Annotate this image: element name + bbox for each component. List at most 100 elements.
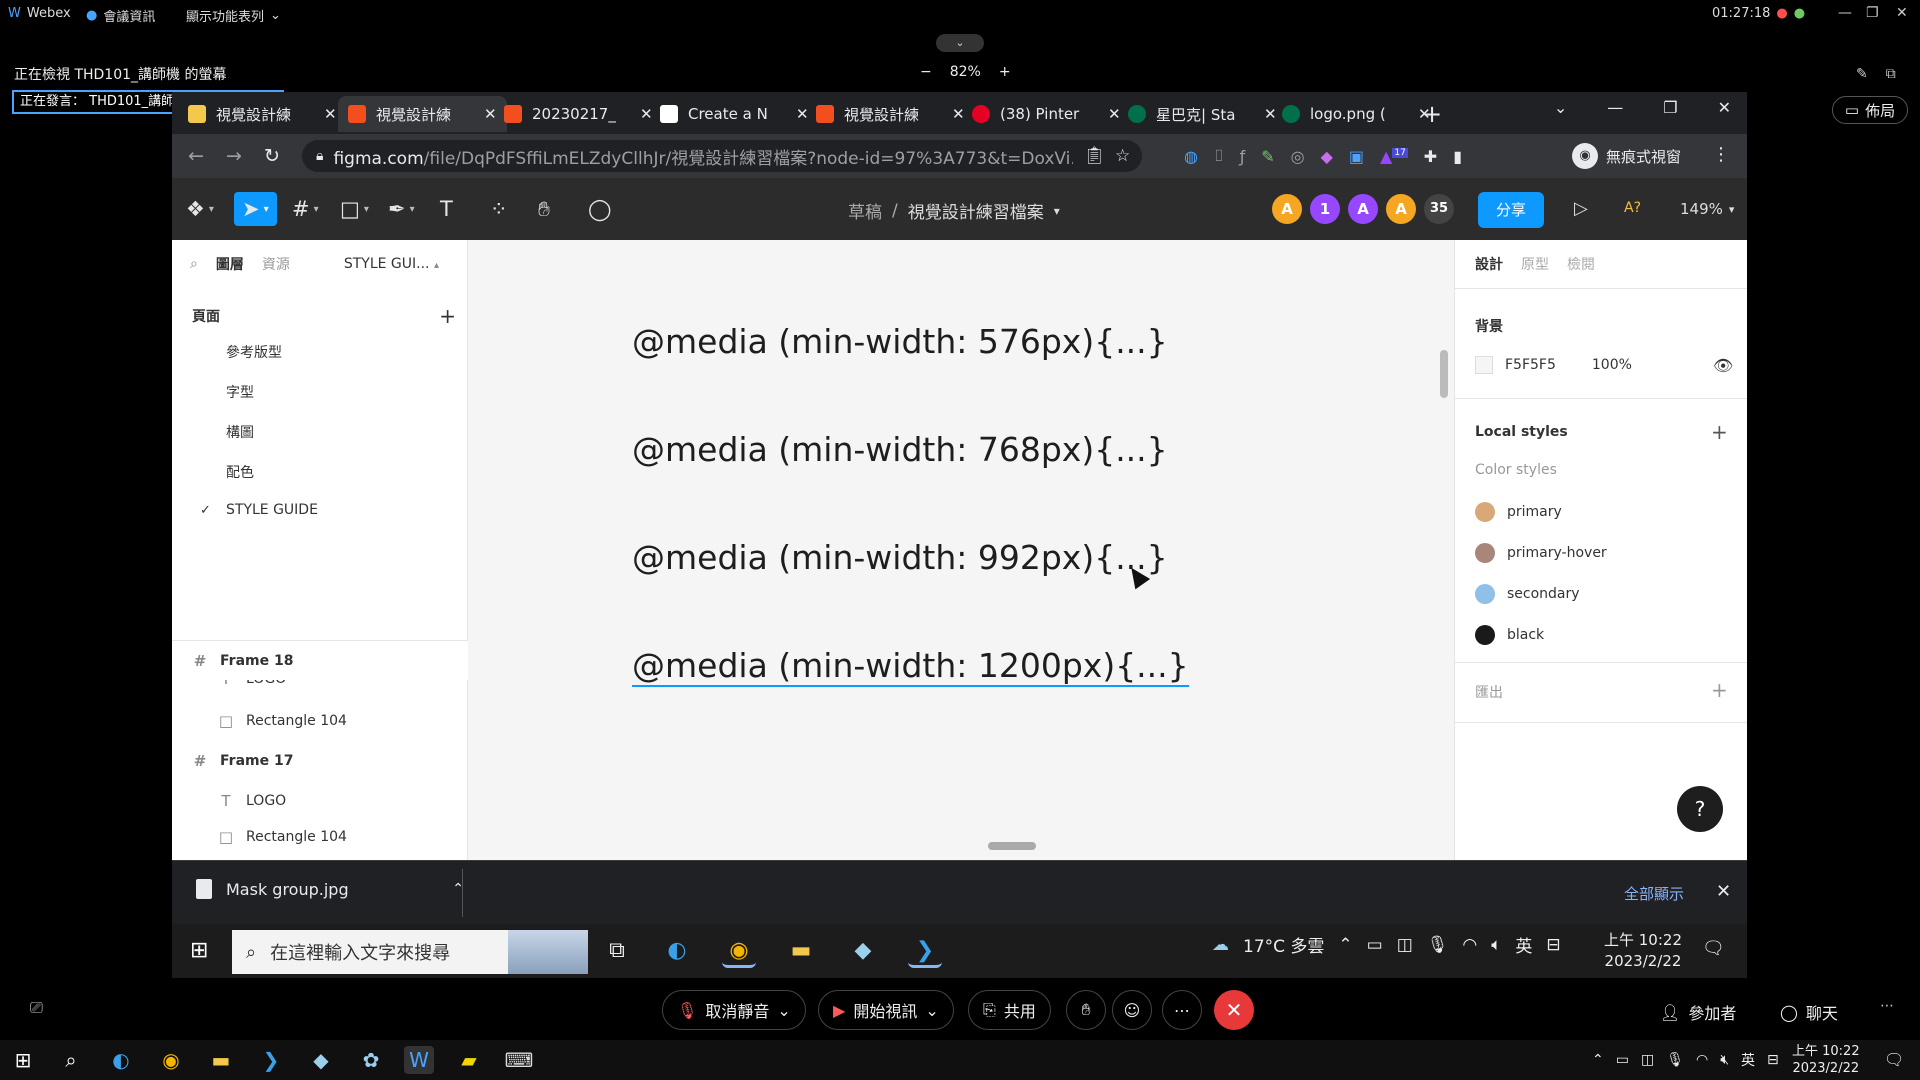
search-icon[interactable]: ⌕ <box>56 1046 86 1074</box>
canvas-text-layer-hovered[interactable]: @media (min-width: 1200px){...} <box>632 646 1189 687</box>
camera-icon[interactable]: ◫ <box>1641 1052 1654 1068</box>
color-style-item[interactable]: primary-hover <box>1475 543 1607 563</box>
vscode-extension-icon[interactable]: ▣ <box>1349 147 1364 166</box>
background-swatch[interactable] <box>1475 356 1493 374</box>
app-icon[interactable]: ◆ <box>306 1046 336 1074</box>
download-item[interactable]: Mask group.jpg ⌃ <box>196 879 464 899</box>
restore-icon[interactable]: ❐ <box>1866 5 1879 21</box>
file-explorer-icon[interactable]: ▬ <box>206 1046 236 1074</box>
layer-row[interactable]: TLOGO <box>218 792 286 810</box>
ime-indicator[interactable]: 英 <box>1741 1050 1755 1070</box>
chevron-up-icon[interactable]: ⌃ <box>1338 935 1352 955</box>
reactions-button[interactable]: ☺ <box>1112 990 1152 1030</box>
layout-button[interactable]: ▭ 佈局 <box>1832 96 1908 124</box>
present-play-icon[interactable]: ▷ <box>1574 198 1588 219</box>
zoom-dropdown[interactable]: 149% ▾ <box>1680 200 1734 218</box>
wifi-icon[interactable]: ◠ <box>1462 935 1477 955</box>
browser-menu-icon[interactable]: ⋮ <box>1712 144 1730 165</box>
avatar[interactable]: 1 <box>1310 194 1340 224</box>
back-icon[interactable]: ← <box>188 145 204 167</box>
compass-extension-icon[interactable]: ◎ <box>1291 147 1305 166</box>
ime-indicator[interactable]: 英 <box>1515 932 1532 957</box>
minimize-icon[interactable]: — <box>1838 5 1852 21</box>
badge-extension-icon[interactable]: ▲ 17 <box>1380 147 1408 166</box>
unmute-button[interactable]: 🎙︎ 取消靜音 ⌄ <box>662 990 806 1030</box>
chrome-browser-icon[interactable]: ◉ <box>722 934 756 968</box>
more-dots-icon[interactable]: ⋯ <box>1880 998 1894 1014</box>
battery-icon[interactable]: ▭ <box>1367 935 1383 955</box>
design-canvas[interactable]: @media (min-width: 576px){...} @media (m… <box>468 240 1454 860</box>
taskbar-search-box[interactable]: ⌕ 在這裡輸入文字來搜尋 <box>232 930 588 974</box>
microphone-icon[interactable]: 🎙︎ <box>1666 1052 1684 1068</box>
vscode-icon[interactable]: ❯ <box>256 1046 286 1074</box>
tab-prototype[interactable]: 原型 <box>1521 254 1549 274</box>
add-export-icon[interactable]: + <box>1711 678 1728 702</box>
new-tab-icon[interactable]: + <box>1422 100 1442 128</box>
vertical-scrollbar[interactable] <box>1440 350 1448 398</box>
color-extension-icon[interactable]: ◆ <box>1321 147 1333 166</box>
microphone-icon[interactable]: 🎙︎ <box>1427 935 1449 955</box>
current-page-selector[interactable]: STYLE GUI... ▴ <box>344 256 439 272</box>
file-explorer-icon[interactable]: ▬ <box>784 934 818 968</box>
start-video-button[interactable]: ▶ 開始視訊 ⌄ <box>818 990 954 1030</box>
close-icon[interactable]: ✕ <box>1716 881 1731 902</box>
avatar[interactable]: A <box>1272 194 1302 224</box>
chrome-browser-icon[interactable]: ◉ <box>156 1046 186 1074</box>
background-fill-row[interactable]: F5F5F5 100% <box>1475 356 1632 374</box>
edge-browser-icon[interactable]: ◐ <box>660 934 694 968</box>
function-extension-icon[interactable]: ƒ <box>1240 147 1246 166</box>
minimize-icon[interactable]: — <box>1607 98 1623 117</box>
collapse-share-bar-button[interactable]: ⌄ <box>936 34 984 52</box>
color-style-item[interactable]: black <box>1475 625 1544 645</box>
avatar[interactable]: A <box>1386 194 1416 224</box>
chevron-up-icon[interactable]: ⌃ <box>1592 1052 1604 1068</box>
browser-tab[interactable]: 視覺設計練 ✕ <box>178 96 347 132</box>
horizontal-scrollbar[interactable] <box>988 842 1036 850</box>
canvas-text-layer[interactable]: @media (min-width: 768px){...} <box>632 430 1168 469</box>
color-style-item[interactable]: primary <box>1475 502 1562 522</box>
tab-inspect[interactable]: 檢閱 <box>1567 254 1595 274</box>
volume-icon[interactable]: 🔈︎ <box>1491 935 1501 955</box>
comment-tool[interactable]: ◯ <box>580 192 620 226</box>
accessibility-check-button[interactable]: A? <box>1624 200 1641 216</box>
show-all-downloads-link[interactable]: 全部顯示 <box>1624 883 1684 904</box>
share-content-button[interactable]: ⎘ 共用 <box>968 990 1051 1030</box>
chevron-down-icon[interactable]: ▾ <box>1054 204 1060 218</box>
webex-taskbar-icon[interactable]: W <box>404 1046 434 1074</box>
camera-icon[interactable]: ◫ <box>1397 935 1413 955</box>
translate-extension-icon[interactable]: ◍ <box>1184 147 1198 166</box>
edge-browser-icon[interactable]: ◐ <box>106 1046 136 1074</box>
close-icon[interactable]: ✕ <box>1896 5 1908 21</box>
forward-icon[interactable]: → <box>226 145 242 167</box>
raise-hand-button[interactable]: ✋︎ <box>1066 990 1106 1030</box>
webex-app-menu[interactable]: W Webex <box>8 6 71 21</box>
shape-tool[interactable]: □ ▾ <box>332 192 377 226</box>
layer-row-frame[interactable]: # Frame 17 <box>192 752 294 770</box>
vscode-icon[interactable]: ❯ <box>908 934 942 968</box>
browser-tab[interactable]: Create a N ✕ <box>650 96 819 132</box>
volume-mute-icon[interactable]: 🔇︎ <box>1720 1052 1729 1068</box>
page-item[interactable]: 構圖 <box>200 422 254 442</box>
search-icon[interactable]: ⌕ <box>190 256 198 272</box>
captions-icon[interactable]: ⎚ <box>30 998 43 1018</box>
page-item[interactable]: 配色 <box>200 462 254 482</box>
sticky-notes-icon[interactable]: ▰ <box>454 1046 484 1074</box>
page-item[interactable]: 參考版型 <box>200 342 282 362</box>
background-hex[interactable]: F5F5F5 <box>1505 357 1556 373</box>
resources-tool[interactable]: ⁘ <box>482 192 516 226</box>
leave-meeting-button[interactable]: ✕ <box>1214 990 1254 1030</box>
browser-tab[interactable]: logo.png ( ✕ <box>1272 96 1441 132</box>
app-icon[interactable]: ◆ <box>846 934 880 968</box>
clipboard-icon[interactable]: 📋︎ <box>1083 146 1105 166</box>
close-tab-icon[interactable]: ✕ <box>324 105 337 123</box>
layer-row[interactable]: □ Rectangle 104 <box>218 830 347 844</box>
avatar-overflow-count[interactable]: 35 <box>1424 194 1454 224</box>
show-menu-button[interactable]: 顯示功能表列 ⌄ <box>186 6 281 25</box>
weather-cloud-icon[interactable]: ☁ <box>1212 935 1229 955</box>
hand-tool[interactable]: ✋︎ <box>530 192 558 226</box>
browser-tab[interactable]: 20230217_ ✕ <box>494 96 663 132</box>
address-bar[interactable]: 🔒︎ figma.com/file/DqPdFSffiLmELZdyCllhJr… <box>302 140 1142 172</box>
taskbar-clock[interactable]: 上午 10:22 2023/2/22 <box>1792 1043 1860 1077</box>
add-style-icon[interactable]: + <box>1711 420 1728 444</box>
popout-icon[interactable]: ⧉ <box>1886 66 1896 82</box>
